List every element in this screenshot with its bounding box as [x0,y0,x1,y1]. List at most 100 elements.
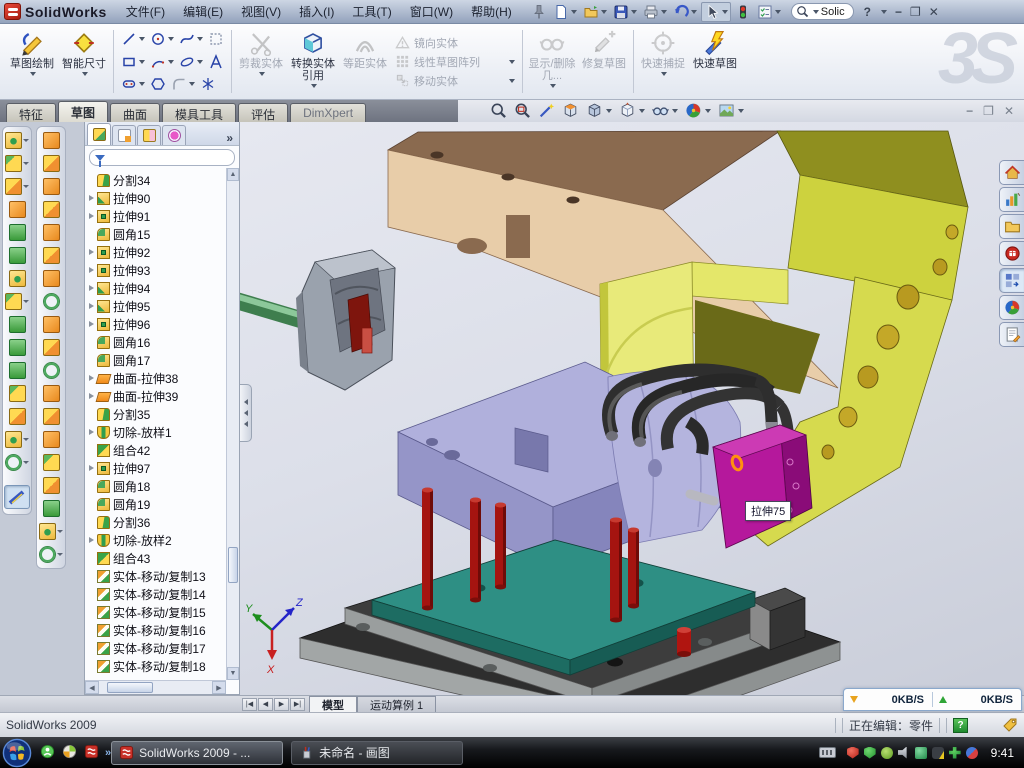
expander-icon[interactable] [89,195,94,201]
filled-surface-button[interactable] [43,247,60,264]
messenger-shortcut[interactable] [40,744,55,762]
显示/删除几...-button[interactable]: 显示/删除几... [526,26,578,97]
measure-button-pressed[interactable] [4,485,30,509]
open-button[interactable] [581,3,609,21]
extruded-boss-button[interactable] [5,132,29,149]
solidworks-search-tab[interactable] [999,241,1024,266]
dropdown-arrow-icon[interactable] [691,10,697,14]
tree-item-分割34[interactable]: 分割34 [89,171,226,189]
dropdown-arrow-icon[interactable] [57,530,63,533]
scroll-right-icon[interactable]: ▶ [212,681,226,694]
extruded-cut-button[interactable] [5,155,29,172]
start-button[interactable] [2,738,32,768]
tree-item-拉伸94[interactable]: 拉伸94 [89,279,226,297]
expander-icon[interactable] [89,213,94,219]
health-shield-icon[interactable] [949,747,961,759]
ruled-surface-button[interactable] [43,339,60,356]
tab-nav-◀[interactable]: ◀ [258,698,273,711]
property-manager-tab[interactable] [112,125,136,145]
input-method-icon[interactable] [819,747,836,758]
taskbar-button-SolidWorks 2009 - ...[interactable]: SolidWorks 2009 - ... [111,741,283,765]
zoom-area-button[interactable] [514,102,531,119]
tree-item-分割35[interactable]: 分割35 [89,405,226,423]
移动实体-button[interactable]: 移动实体 [395,73,515,89]
scroll-up-icon[interactable]: ▲ [227,168,239,181]
scroll-left-icon[interactable]: ◀ [85,681,99,694]
镜向实体-button[interactable]: 镜向实体 [395,35,515,51]
dropdown-arrow-icon[interactable] [197,37,203,41]
expander-icon[interactable] [89,267,94,273]
help-dropdown-icon[interactable] [881,10,887,14]
thicken-button[interactable] [43,316,60,333]
freeform-button[interactable] [39,523,63,540]
dropdown-arrow-icon[interactable] [606,109,612,113]
tree-item-拉伸95[interactable]: 拉伸95 [89,297,226,315]
fillet-button[interactable] [5,178,29,195]
spline-tool-button[interactable] [177,30,205,48]
tree-horizontal-scrollbar[interactable]: ◀ ▶ [85,680,226,694]
extend-surface-button[interactable] [43,201,60,218]
rect-tool-button[interactable] [119,53,147,71]
tree-item-圆角17[interactable]: 圆角17 [89,351,226,369]
tag-icon[interactable] [1002,717,1018,733]
dimxpert-manager-tab[interactable] [162,125,186,145]
polygon-tool-button[interactable] [148,75,168,93]
more-tabs-chevron[interactable]: » [222,131,237,145]
tree-item-拉伸93[interactable]: 拉伸93 [89,261,226,279]
custom-properties-tab[interactable] [999,322,1024,347]
spline-tool-button[interactable] [39,546,63,563]
tab-nav-|◀[interactable]: |◀ [242,698,257,711]
dropdown-arrow-icon[interactable] [509,60,515,64]
linear-pattern-button[interactable] [5,293,29,310]
tree-item-实体-移动/复制16[interactable]: 实体-移动/复制16 [89,621,226,639]
tree-vertical-scrollbar[interactable]: ▲ ▼ [226,168,239,680]
tree-item-分割36[interactable]: 分割36 [89,513,226,531]
design-library-tab[interactable] [999,187,1024,212]
tree-item-曲面-拉伸38[interactable]: 曲面-拉伸38 [89,369,226,387]
revolved-surface-button[interactable] [43,155,60,172]
select-cursor-button[interactable] [701,2,731,22]
menu-item[interactable]: 帮助(H) [462,0,521,23]
quick-tips-icon[interactable]: ? [953,718,968,733]
license-badge-icon[interactable] [881,747,893,759]
dropdown-arrow-icon[interactable] [23,185,29,188]
expander-icon[interactable] [89,321,94,327]
tree-item-实体-移动/复制14[interactable]: 实体-移动/复制14 [89,585,226,603]
security-green-shield-icon[interactable] [864,747,876,759]
slot-tool-button[interactable] [119,75,147,93]
close-button[interactable]: ✕ [929,5,939,19]
dropdown-arrow-icon[interactable] [639,109,645,113]
tree-item-实体-移动/复制13[interactable]: 实体-移动/复制13 [89,567,226,585]
appearances-scenes-tab[interactable] [999,295,1024,320]
dropdown-arrow-icon[interactable] [571,10,577,14]
move-copy-body-button[interactable] [9,408,26,425]
dropdown-arrow-icon[interactable] [775,10,781,14]
dropdown-arrow-icon[interactable] [661,72,667,76]
search-input[interactable]: Solic [821,6,845,18]
curves-button[interactable] [5,454,29,471]
tree-item-切除-放样2[interactable]: 切除-放样2 [89,531,226,549]
messenger-tray-icon[interactable] [915,747,927,759]
scroll-thumb-h[interactable] [107,682,153,693]
boundary-surface-button[interactable] [43,178,60,195]
doc-restore-button[interactable]: ❐ [983,104,994,118]
rebuild-lights-button[interactable] [733,3,753,21]
dropdown-arrow-icon[interactable] [601,10,607,14]
parting-surface-button[interactable] [43,454,60,471]
dropdown-arrow-icon[interactable] [705,109,711,113]
dropdown-arrow-icon[interactable] [661,10,667,14]
file-explorer-tab[interactable] [999,214,1024,239]
expander-icon[interactable] [89,465,94,471]
wrap-button[interactable] [9,270,26,287]
tree-item-切除-放样1[interactable]: 切除-放样1 [89,423,226,441]
expander-icon[interactable] [89,303,94,309]
restore-button[interactable]: ❐ [910,5,921,19]
dropdown-arrow-icon[interactable] [139,60,145,64]
修复草图-button[interactable]: 修复草图 [578,26,630,97]
trim-surface-button[interactable] [43,224,60,241]
circle-tool-button[interactable] [148,30,176,48]
expander-icon[interactable] [89,429,94,435]
tab-评估[interactable]: 评估 [238,103,288,122]
tree-item-拉伸91[interactable]: 拉伸91 [89,207,226,225]
new-document-button[interactable] [551,3,579,21]
